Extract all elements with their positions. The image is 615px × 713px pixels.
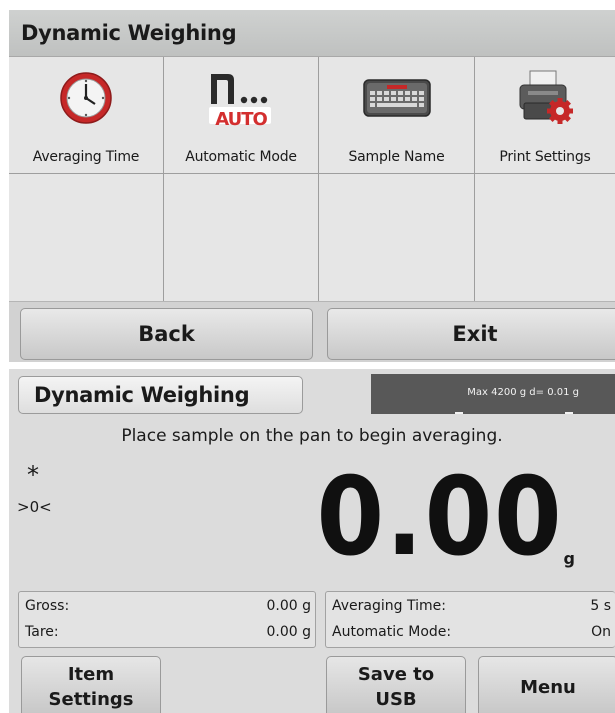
gross-value: 0.00 g <box>266 598 311 614</box>
averaging-time-row: Averaging Time: 5 s <box>332 594 611 618</box>
exit-button[interactable]: Exit <box>327 308 615 360</box>
automatic-mode-row: Automatic Mode: On <box>332 620 611 644</box>
stable-indicator: * <box>27 461 39 489</box>
button-bar: Back Exit <box>9 301 615 362</box>
gross-label: Gross: <box>25 598 70 614</box>
capacity-tick <box>565 412 573 414</box>
menu-button[interactable]: Menu <box>478 656 615 713</box>
auto-mode-icon-text: AUTO <box>215 109 268 130</box>
automatic-mode-item[interactable]: AUTO Automatic Mode <box>164 57 319 174</box>
print-settings-label: Print Settings <box>499 149 591 165</box>
center-of-zero-indicator: >0< <box>17 498 52 516</box>
keyboard-icon <box>362 79 431 117</box>
tare-value: 0.00 g <box>266 624 311 640</box>
save-usb-line1: Save to <box>357 664 435 685</box>
capacity-tick <box>455 412 463 414</box>
screen-title: Dynamic Weighing <box>21 21 237 45</box>
item-settings-line2: Settings <box>48 689 134 710</box>
clock-icon <box>60 72 112 124</box>
tare-row: Tare: 0.00 g <box>25 620 311 644</box>
application-title: Dynamic Weighing <box>34 383 250 407</box>
empty-cell <box>164 174 319 301</box>
empty-cell <box>319 174 475 301</box>
capacity-info: Max 4200 g d= 0.01 g <box>371 374 615 414</box>
weight-unit: g <box>563 549 575 568</box>
sample-name-item[interactable]: Sample Name <box>319 57 475 174</box>
averaging-time-label: Averaging Time <box>32 149 140 165</box>
save-usb-line2: USB <box>375 689 417 710</box>
weighing-home-screen: Dynamic Weighing Max 4200 g d= 0.01 g Pl… <box>9 369 615 713</box>
item-settings-button[interactable]: Item Settings <box>21 656 161 713</box>
application-tab[interactable]: Dynamic Weighing <box>18 376 303 414</box>
print-settings-item[interactable]: Print Settings <box>475 57 615 174</box>
automatic-mode-info-value: On <box>591 624 611 640</box>
title-bar: Dynamic Weighing <box>9 10 615 57</box>
sample-name-label: Sample Name <box>348 149 445 165</box>
automatic-mode-label: Automatic Mode <box>185 149 297 165</box>
weight-display: 0.00 <box>315 455 563 580</box>
printer-settings-icon <box>519 70 573 124</box>
save-to-usb-button[interactable]: Save to USB <box>326 656 466 713</box>
averaging-time-info-value: 5 s <box>590 598 611 614</box>
weight-info-panel: Gross: 0.00 g Tare: 0.00 g <box>18 591 316 648</box>
averaging-time-item[interactable]: Averaging Time <box>9 57 164 174</box>
automatic-mode-info-label: Automatic Mode: <box>332 624 452 640</box>
gross-row: Gross: 0.00 g <box>25 594 311 618</box>
settings-grid: Averaging Time AUTO Automatic Mode Sampl… <box>9 57 615 301</box>
item-settings-line1: Item <box>67 664 115 685</box>
back-button[interactable]: Back <box>20 308 313 360</box>
averaging-time-info-label: Averaging Time: <box>332 598 446 614</box>
tare-label: Tare: <box>25 624 59 640</box>
instruction-message: Place sample on the pan to begin averagi… <box>121 426 503 446</box>
application-info-panel: Averaging Time: 5 s Automatic Mode: On <box>325 591 615 648</box>
empty-cell <box>475 174 615 301</box>
settings-screen: Dynamic Weighing Averaging Time AUTO Aut… <box>9 10 615 362</box>
capacity-text: Max 4200 g d= 0.01 g <box>467 387 579 398</box>
empty-cell <box>9 174 164 301</box>
